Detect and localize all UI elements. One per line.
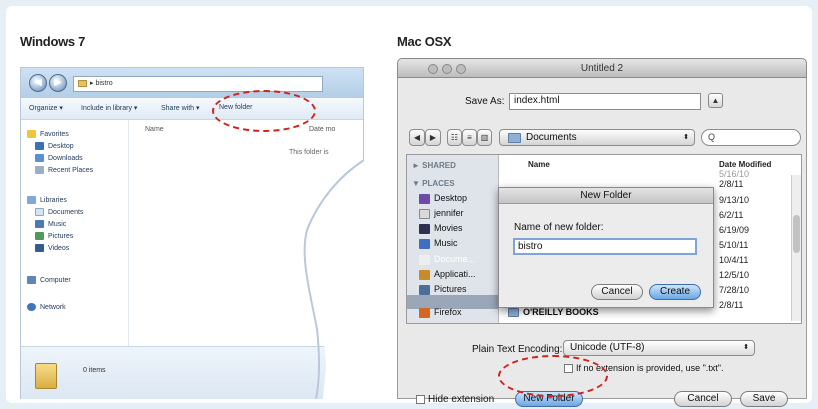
- cancel-button[interactable]: Cancel: [674, 391, 732, 407]
- places-section-header[interactable]: ▼ PLACES: [412, 179, 455, 188]
- new-folder-name-label: Name of new folder:: [514, 222, 604, 233]
- sidebar-item-desktop[interactable]: Desktop: [419, 193, 499, 204]
- date-cell: 12/5/10: [719, 270, 750, 280]
- highlight-ring: [498, 355, 608, 397]
- dialog-cancel-button[interactable]: Cancel: [591, 284, 643, 300]
- home-icon: [419, 208, 430, 219]
- mac-heading: Mac OSX: [397, 34, 452, 49]
- sidebar-item-firefox[interactable]: Firefox: [419, 307, 499, 318]
- date-cell: 6/19/09: [719, 225, 750, 235]
- mac-save-window: Untitled 2 Save As: index.html ▲ ◀ ▶ ☷ ≡…: [397, 58, 807, 407]
- sidebar-item-home[interactable]: jennifer: [419, 208, 499, 219]
- save-button[interactable]: Save: [740, 391, 788, 407]
- column-view-button[interactable]: ▥: [477, 129, 492, 146]
- hide-extension-checkbox[interactable]: [416, 394, 425, 404]
- date-cell: 2/8/11: [719, 179, 744, 189]
- encoding-popup[interactable]: Unicode (UTF-8) ⬍: [563, 340, 755, 356]
- date-cell: 5/16/10: [719, 169, 750, 179]
- date-cell: 6/2/11: [719, 210, 744, 220]
- sidebar-item-music[interactable]: Music: [419, 238, 499, 249]
- date-cell: 7/28/10: [719, 285, 750, 295]
- date-cell: 5/10/11: [719, 240, 749, 250]
- sidebar-item-movies[interactable]: Movies: [419, 223, 499, 234]
- forward-arrow-button[interactable]: ▶: [425, 129, 441, 146]
- hide-extension-option[interactable]: Hide extension: [416, 394, 494, 405]
- dialog-title: New Folder: [499, 188, 713, 204]
- sidebar-item-documents[interactable]: Docume...: [419, 254, 499, 265]
- popup-arrow-icon: ⬍: [683, 134, 689, 141]
- save-as-field[interactable]: index.html: [509, 93, 701, 110]
- sidebar-item-pictures[interactable]: Pictures: [419, 284, 499, 295]
- save-sheet: Save As: index.html ▲ ◀ ▶ ☷ ≡ ▥ Document…: [397, 78, 807, 407]
- music-icon: [419, 238, 430, 249]
- sidebar-item-applications[interactable]: Applicati...: [419, 269, 499, 280]
- new-folder-dialog: New Folder Name of new folder: bistro Ca…: [498, 187, 714, 308]
- search-field[interactable]: Q: [701, 129, 801, 146]
- popup-arrow-icon: ⬍: [743, 344, 749, 351]
- encoding-label: Plain Text Encoding:: [472, 344, 563, 355]
- vertical-scrollbar[interactable]: [791, 175, 801, 321]
- firefox-icon: [419, 307, 430, 318]
- applications-icon: [419, 269, 430, 280]
- movies-icon: [419, 223, 430, 234]
- mac-sidebar: ► SHARED ▼ PLACES Desktop jennifer Movie…: [407, 155, 499, 323]
- save-as-label: Save As:: [465, 96, 505, 107]
- date-cell: 10/4/11: [719, 255, 749, 265]
- windows-heading: Windows 7: [20, 34, 86, 49]
- mac-titlebar: Untitled 2: [397, 58, 807, 78]
- disclosure-button[interactable]: ▲: [708, 93, 723, 108]
- list-view-button[interactable]: ≡: [462, 129, 477, 146]
- back-arrow-button[interactable]: ◀: [409, 129, 425, 146]
- folder-icon: [508, 133, 521, 143]
- documents-icon: [419, 254, 430, 265]
- shared-section-header[interactable]: ► SHARED: [412, 161, 456, 170]
- list-item[interactable]: O'REILLY BOOKS: [508, 307, 599, 318]
- new-folder-name-field[interactable]: bistro: [513, 238, 697, 255]
- highlight-ring: [212, 90, 316, 132]
- column-name[interactable]: Name: [528, 160, 550, 169]
- dialog-create-button[interactable]: Create: [649, 284, 701, 300]
- folder-icon: [508, 308, 519, 318]
- column-date-modified[interactable]: Date Modified: [719, 160, 771, 169]
- date-cell: 9/13/10: [719, 195, 750, 205]
- pictures-icon: [419, 284, 430, 295]
- window-title: Untitled 2: [580, 63, 624, 74]
- icon-view-button[interactable]: ☷: [447, 129, 462, 146]
- location-popup[interactable]: Documents ⬍: [499, 129, 695, 146]
- date-cell: 2/8/11: [719, 300, 744, 310]
- desktop-icon: [419, 193, 430, 204]
- scroll-thumb[interactable]: [793, 215, 800, 253]
